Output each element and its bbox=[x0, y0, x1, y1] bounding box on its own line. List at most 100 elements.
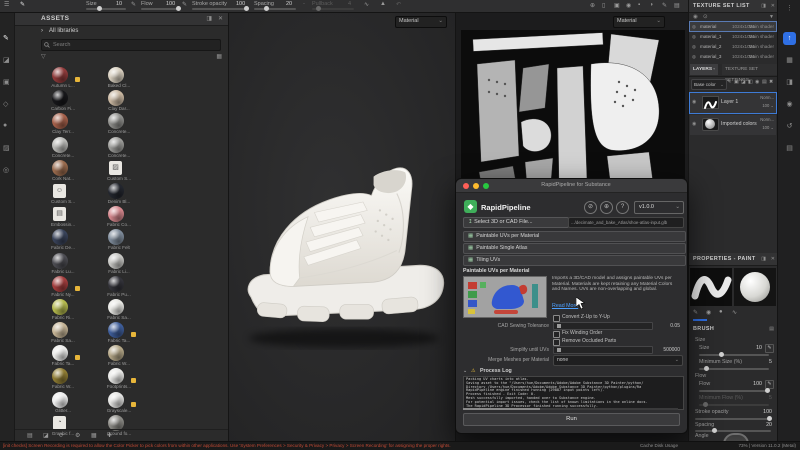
asset-item[interactable]: Fabric Felt bbox=[93, 228, 145, 251]
size-pressure-icon[interactable]: ✎ bbox=[131, 1, 136, 8]
tab-texture-set-settings[interactable]: TEXTURE SET SETTINGS bbox=[722, 64, 778, 83]
fix-winding-checkbox[interactable] bbox=[553, 331, 560, 338]
mode-paintable-single-atlas[interactable]: ▦ Paintable Single Atlas bbox=[463, 243, 686, 254]
version-dropdown[interactable]: v1.0.0 ⌄ bbox=[634, 201, 684, 214]
asset-item[interactable]: Grayscale... bbox=[93, 391, 145, 414]
render-mode-icon[interactable]: ▤ bbox=[674, 2, 680, 9]
flow-pressure-icon[interactable]: ✎ bbox=[182, 1, 187, 8]
close-icon[interactable]: ✕ bbox=[771, 3, 775, 9]
grid-view-toggle-icon[interactable]: ▦ bbox=[216, 53, 222, 60]
asset-item[interactable]: Fabric Co... bbox=[93, 205, 145, 228]
environment-icon[interactable]: ◗ bbox=[650, 2, 654, 8]
stamp-icon[interactable]: ▣ bbox=[734, 79, 739, 85]
asset-item[interactable]: Fabric W... bbox=[93, 344, 145, 367]
layer-visibility-icon[interactable]: ◉ bbox=[692, 121, 696, 127]
viewport-3d[interactable]: Material ⌄ bbox=[228, 12, 455, 441]
shader-settings-icon[interactable]: ◉ bbox=[783, 98, 796, 111]
record-icon[interactable]: ▪ bbox=[638, 2, 640, 8]
texture-set-row[interactable]: ◍ material_2 1024x1024 Main shader bbox=[690, 42, 776, 51]
asset-item[interactable]: Fabric Ta... bbox=[93, 321, 145, 344]
layer-blend[interactable]: Norm... bbox=[760, 117, 774, 122]
visibility-all-icon[interactable]: ◉ bbox=[693, 14, 698, 20]
zoom-in-icon[interactable]: ⊕ bbox=[600, 201, 613, 214]
ts-filter-icon[interactable]: ▼ bbox=[769, 14, 774, 20]
projection-tool[interactable]: ▣ bbox=[3, 78, 10, 86]
mode-tiling-uvs[interactable]: ▦ Tiling UVs bbox=[463, 255, 686, 266]
material-tab-icon[interactable]: ● bbox=[719, 309, 723, 315]
prop-opacity-slider[interactable] bbox=[695, 416, 773, 421]
asset-item[interactable]: Autumn L... bbox=[37, 66, 89, 89]
paint-mode-icon[interactable]: ✎ bbox=[662, 2, 667, 9]
zoom-window-icon[interactable] bbox=[483, 183, 489, 189]
layer-row-1[interactable]: ◉ Layer 1 Norm... 100 ⌄ bbox=[689, 92, 777, 114]
asset-item[interactable]: Fabric Ta... bbox=[37, 344, 89, 367]
pen-icon[interactable]: ✎ bbox=[727, 79, 731, 85]
texture-set-row[interactable]: ◍ material_1 1024x1024 Main shader bbox=[690, 32, 776, 41]
min-flow-value[interactable]: 5 bbox=[769, 395, 772, 401]
assets-dock-icon[interactable]: ▦ bbox=[783, 54, 796, 67]
symmetry-icon[interactable]: ▲ bbox=[380, 1, 386, 7]
list-view-icon[interactable]: ▤ bbox=[27, 432, 33, 439]
asset-item[interactable]: ▤ Embossin... bbox=[37, 205, 89, 228]
stroke-opacity-slider[interactable] bbox=[192, 6, 249, 11]
asset-item[interactable]: Clay Terr... bbox=[37, 112, 89, 135]
asset-item[interactable]: Clay Dar... bbox=[93, 89, 145, 112]
asset-item[interactable]: Fabric W... bbox=[37, 367, 89, 390]
read-more-link[interactable]: Read More bbox=[552, 303, 578, 309]
layer-visibility-icon[interactable]: ◉ bbox=[692, 99, 696, 105]
layer-row-2[interactable]: ◉ Imported colors Norm... 100 ⌄ bbox=[690, 115, 776, 135]
select-file-button[interactable]: ↥ Select 3D or CAD File... bbox=[463, 217, 569, 228]
min-flow-slider[interactable] bbox=[699, 402, 769, 407]
texture-set-row[interactable]: ◍ material 1024x1024 Main shader bbox=[689, 21, 777, 32]
remove-occluded-checkbox[interactable] bbox=[553, 339, 560, 346]
stroke-tab-icon[interactable]: ∿ bbox=[732, 309, 737, 316]
asset-item[interactable]: Fabric Sa... bbox=[93, 298, 145, 321]
process-log-output[interactable]: Packing UV charts into atlas. Saving asse… bbox=[463, 376, 684, 410]
log-collapse-icon[interactable]: ⌄ bbox=[463, 368, 467, 374]
camera-icon[interactable]: ◉ bbox=[626, 2, 631, 9]
import-resource-icon[interactable]: ◪ bbox=[43, 432, 49, 439]
grid-view-icon[interactable]: ▦ bbox=[91, 432, 97, 439]
refresh-icon[interactable]: ⟳ bbox=[59, 432, 64, 439]
folder-icon[interactable]: ▤ bbox=[762, 79, 767, 85]
asset-item[interactable]: Fabric Lu... bbox=[37, 252, 89, 275]
blend-mode-dropdown[interactable]: Base color ⌄ bbox=[691, 79, 727, 90]
min-size-value[interactable]: 5 bbox=[769, 359, 772, 365]
export-icon[interactable]: ↑ bbox=[783, 32, 796, 45]
menu-icon[interactable]: ☰ bbox=[4, 1, 9, 8]
cad-tolerance-slider[interactable] bbox=[553, 322, 653, 330]
material-picker-tool[interactable]: ◎ bbox=[3, 166, 9, 174]
asset-item[interactable]: Glitter... bbox=[37, 391, 89, 414]
asset-item[interactable]: Fabric De... bbox=[37, 228, 89, 251]
shader-display-dropdown[interactable]: Material ⌄ bbox=[395, 16, 447, 28]
simplify-slider[interactable] bbox=[553, 346, 653, 354]
cad-tolerance-value[interactable]: 0.05 bbox=[654, 323, 680, 329]
asset-item[interactable]: Baked Cl... bbox=[93, 66, 145, 89]
asset-item[interactable]: Concrete... bbox=[93, 136, 145, 159]
minimize-window-icon[interactable] bbox=[473, 183, 479, 189]
layer-opacity[interactable]: 100 ⌄ bbox=[762, 125, 774, 130]
dock-panel-icon[interactable]: ◨ bbox=[206, 15, 212, 22]
asset-item[interactable]: Concrete... bbox=[37, 136, 89, 159]
frame-icon[interactable]: ⊕ bbox=[590, 2, 595, 9]
prop-opacity-value[interactable]: 100 bbox=[763, 409, 772, 415]
asset-item[interactable]: Carbon Fi... bbox=[37, 89, 89, 112]
lazy-mouse-icon[interactable]: ∿ bbox=[364, 1, 369, 8]
pause-icon[interactable]: ▯ bbox=[602, 2, 605, 9]
asset-item[interactable]: Fabric Li... bbox=[93, 252, 145, 275]
mask-icon[interactable]: ◉ bbox=[755, 79, 759, 85]
flow-slider[interactable] bbox=[141, 6, 181, 11]
paint-tool[interactable]: ✎ bbox=[3, 34, 9, 42]
polygon-fill-tool[interactable]: ◇ bbox=[3, 100, 8, 108]
library-selector[interactable]: All libraries bbox=[49, 28, 78, 34]
asset-item[interactable]: Fabric Ri... bbox=[37, 298, 89, 321]
prop-flow-slider[interactable] bbox=[699, 388, 770, 393]
close-icon[interactable]: ✕ bbox=[771, 256, 775, 262]
search-input[interactable]: Search bbox=[41, 39, 221, 51]
asset-item[interactable]: Fabric Ny... bbox=[37, 275, 89, 298]
asset-item[interactable]: Denim Bl... bbox=[93, 182, 145, 205]
run-button[interactable]: Run bbox=[463, 413, 680, 426]
settings-icon[interactable]: ⚙ bbox=[75, 432, 80, 439]
asset-item[interactable]: Concrete... bbox=[93, 112, 145, 135]
asset-item[interactable]: Footprints... bbox=[93, 367, 145, 390]
